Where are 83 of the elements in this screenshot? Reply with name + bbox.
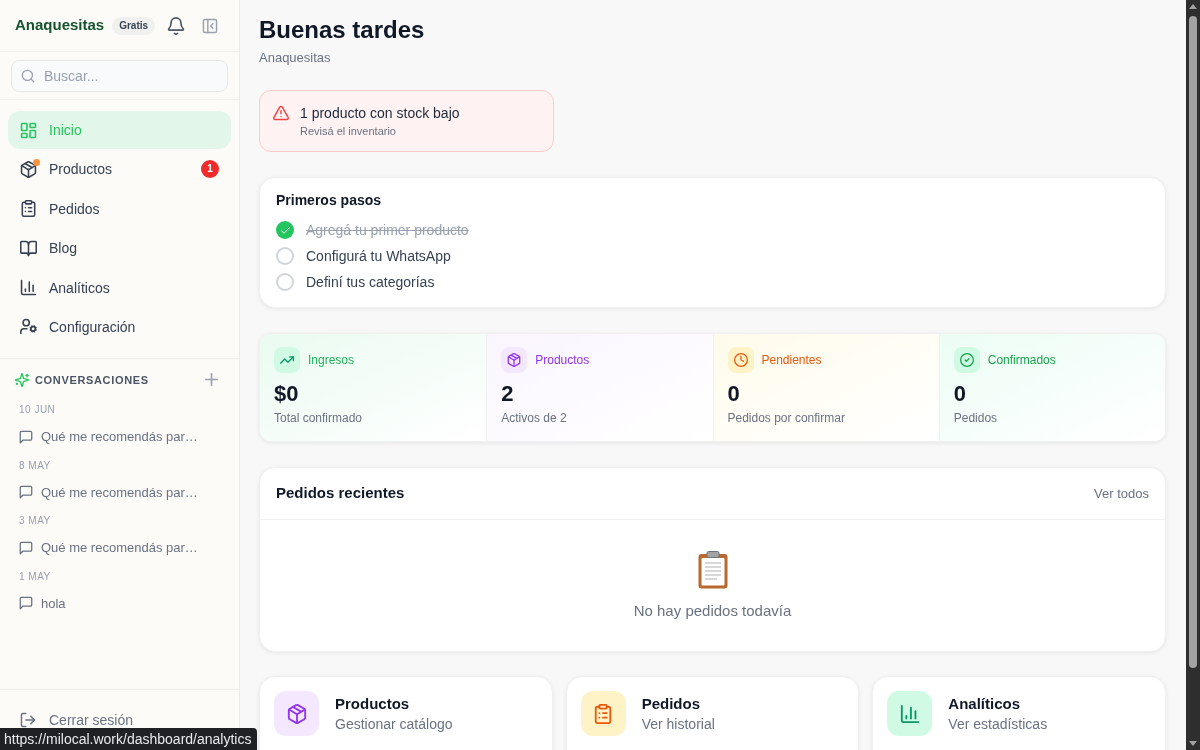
logout-button[interactable]: Cerrar sesión xyxy=(20,712,134,728)
page-title: Buenas tardes xyxy=(259,16,426,44)
plan-badge: Gratis xyxy=(112,16,156,35)
stat-caption: Total confirmado xyxy=(274,410,364,426)
nav-item[interactable]: Configuración xyxy=(8,307,231,346)
count-badge: 1 xyxy=(201,160,219,179)
step-label: Configurá tu WhatsApp xyxy=(306,246,451,266)
shortcut-card[interactable]: Productos Gestionar catálogo xyxy=(259,676,553,750)
trend-up-icon xyxy=(274,347,300,373)
stat-value: $0 xyxy=(274,380,300,408)
stat-label: Pendientes xyxy=(761,352,822,369)
card-title: Productos xyxy=(335,694,411,714)
stat-label: Ingresos xyxy=(308,352,355,369)
package-icon xyxy=(501,347,528,373)
clipboard-list-icon xyxy=(20,200,37,218)
scroll-down-arrow-icon[interactable] xyxy=(1189,741,1197,746)
user-gear-icon xyxy=(20,318,37,336)
scrollbar-thumb[interactable] xyxy=(1189,16,1197,668)
step-label: Agregá tu primer producto xyxy=(306,220,469,240)
chat-bubble-icon xyxy=(19,429,33,444)
section-title: CONVERSACIONES xyxy=(35,372,149,388)
date-label: 3 MAY xyxy=(18,514,52,529)
step-label: Definí tus categorías xyxy=(306,272,435,292)
warning-icon xyxy=(273,105,289,121)
card-title: Pedidos xyxy=(641,694,701,714)
notifications-bell-icon[interactable] xyxy=(167,16,185,35)
conversation-item[interactable]: Qué me recomendás par… xyxy=(0,419,239,454)
chat-bubble-icon xyxy=(19,485,33,500)
brand-name: Anaquesitas xyxy=(15,15,105,36)
conversation-item[interactable]: Qué me recomendás par… xyxy=(0,530,239,565)
date-label: 8 MAY xyxy=(18,458,52,473)
logout-icon xyxy=(20,712,36,728)
chat-bubble-icon xyxy=(19,596,33,611)
scroll-up-arrow-icon[interactable] xyxy=(1189,4,1197,9)
card-subtitle: Ver estadísticas xyxy=(948,715,1048,734)
stat-label: Confirmados xyxy=(987,352,1056,369)
check-icon xyxy=(280,226,290,234)
page-subtitle: Anaquesitas xyxy=(259,49,332,67)
conversation-item[interactable]: Qué me recomendás par… xyxy=(0,475,239,510)
add-icon[interactable] xyxy=(205,373,218,387)
link-preview-tooltip: https://milocal.work/dashboard/analytics xyxy=(0,728,258,750)
search-icon xyxy=(21,69,35,83)
bar-chart-icon xyxy=(20,279,37,297)
clipboard-icon xyxy=(697,551,728,589)
card-title: Primeros pasos xyxy=(276,191,383,210)
dashboard-grid-icon xyxy=(20,121,37,139)
nav-item[interactable]: Analíticos xyxy=(8,268,231,307)
shortcut-card[interactable]: Pedidos Ver historial xyxy=(565,676,860,750)
alert-subtitle: Revisá el inventario xyxy=(300,124,397,139)
nav-item[interactable]: Blog xyxy=(8,229,231,268)
card-title: Pedidos recientes xyxy=(276,483,405,504)
nav-item[interactable]: Pedidos xyxy=(8,189,231,228)
date-label: 10 JUN xyxy=(18,403,57,418)
chat-bubble-icon xyxy=(19,540,33,555)
shortcut-card[interactable]: Analíticos Ver estadísticas xyxy=(872,676,1166,750)
package-icon xyxy=(274,691,319,736)
stat-caption: Pedidos por confirmar xyxy=(727,410,846,426)
open-book-icon xyxy=(20,239,37,257)
stat-value: 0 xyxy=(727,380,741,408)
view-all-link[interactable]: Ver todos xyxy=(1094,483,1149,504)
alert-title: 1 producto con stock bajo xyxy=(300,104,460,123)
package-icon xyxy=(20,160,37,178)
empty-state-text: No hay pedidos todavía xyxy=(633,601,792,621)
date-label: 1 MAY xyxy=(18,569,52,584)
card-subtitle: Gestionar catálogo xyxy=(335,715,453,734)
stat-value: 0 xyxy=(953,380,967,408)
sparkles-icon xyxy=(15,372,29,387)
stat-label: Productos xyxy=(535,352,590,369)
search-field[interactable]: Buscar... xyxy=(11,60,228,92)
checkbox[interactable] xyxy=(276,273,294,291)
clipboard-list-icon xyxy=(580,691,626,736)
card-title: Analíticos xyxy=(948,694,1021,714)
clock-icon xyxy=(727,347,754,373)
collapse-sidebar-icon[interactable] xyxy=(202,17,218,34)
stat-caption: Activos de 2 xyxy=(501,410,568,426)
nav-item[interactable]: Productos 1 xyxy=(8,150,231,189)
stat-caption: Pedidos xyxy=(953,410,999,426)
card-subtitle: Ver historial xyxy=(641,715,715,734)
bar-chart-icon xyxy=(887,691,933,736)
conversation-item[interactable]: hola xyxy=(0,586,239,621)
stat-value: 2 xyxy=(501,380,515,408)
checkbox[interactable] xyxy=(276,221,294,239)
checkbox[interactable] xyxy=(276,247,294,265)
